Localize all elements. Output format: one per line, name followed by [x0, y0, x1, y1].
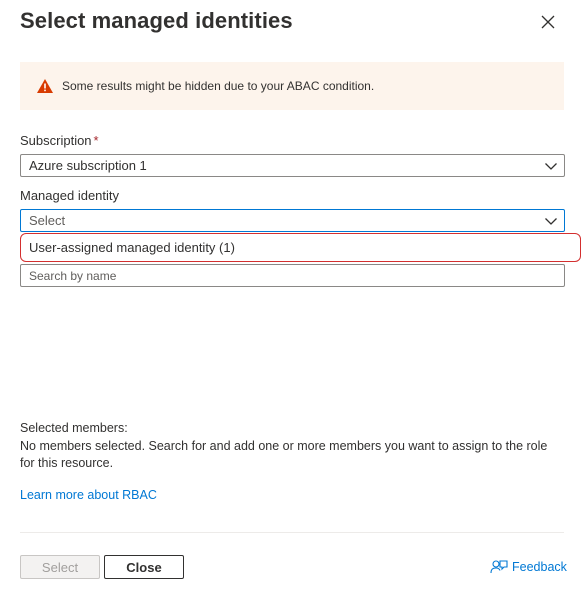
- warning-text: Some results might be hidden due to your…: [62, 79, 375, 93]
- close-button[interactable]: Close: [104, 555, 184, 579]
- subscription-label: Subscription *: [20, 133, 99, 148]
- chevron-down-icon: [544, 214, 558, 228]
- managed-identity-placeholder: Select: [29, 213, 66, 228]
- selected-members-heading: Selected members:: [20, 421, 128, 435]
- panel-title: Select managed identities: [20, 8, 293, 33]
- warning-icon: [36, 78, 54, 94]
- managed-identity-label: Managed identity: [20, 188, 120, 203]
- managed-identity-dropdown[interactable]: Select: [20, 209, 565, 232]
- footer-divider: [20, 532, 564, 533]
- selected-members-text: No members selected. Search for and add …: [20, 438, 548, 471]
- chevron-down-icon: [544, 159, 558, 173]
- search-input[interactable]: [20, 264, 565, 287]
- feedback-link[interactable]: Feedback: [490, 559, 567, 575]
- abac-warning-banner: Some results might be hidden due to your…: [20, 62, 564, 110]
- select-button[interactable]: Select: [20, 555, 100, 579]
- select-managed-identities-panel: Select managed identities Some results m…: [0, 0, 584, 600]
- feedback-label: Feedback: [512, 560, 567, 574]
- close-icon[interactable]: [536, 10, 560, 34]
- subscription-value: Azure subscription 1: [29, 158, 147, 173]
- required-marker: *: [93, 133, 99, 148]
- learn-more-rbac-link[interactable]: Learn more about RBAC: [20, 488, 157, 502]
- dropdown-option-user-assigned[interactable]: User-assigned managed identity (1): [20, 233, 581, 262]
- selected-members-section: Selected members: No members selected. S…: [20, 420, 560, 473]
- subscription-dropdown[interactable]: Azure subscription 1: [20, 154, 565, 177]
- feedback-icon: [490, 559, 508, 575]
